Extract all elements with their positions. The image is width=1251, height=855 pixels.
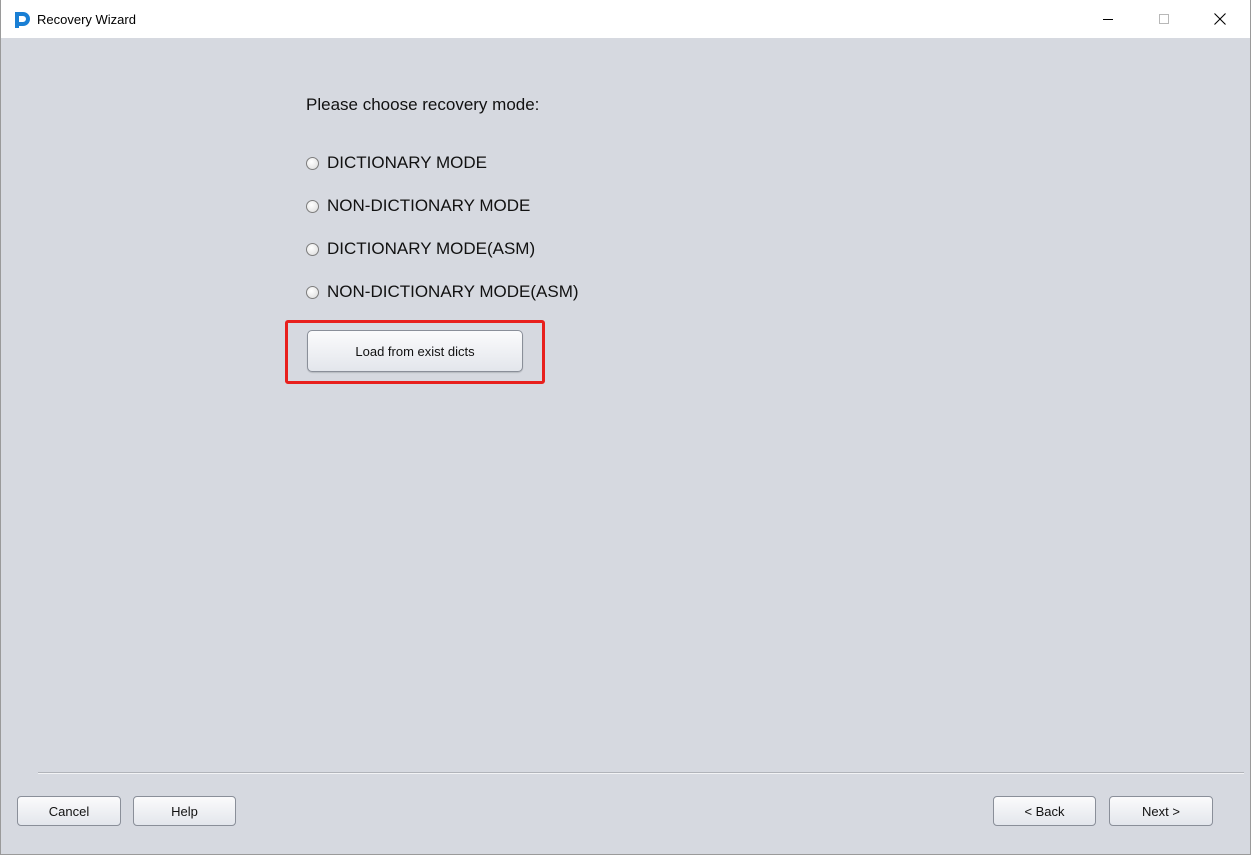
p-logo-icon xyxy=(15,12,30,28)
minimize-button[interactable] xyxy=(1085,0,1131,38)
help-button[interactable]: Help xyxy=(133,796,236,826)
window-title: Recovery Wizard xyxy=(37,12,136,27)
radio-dictionary-mode[interactable]: DICTIONARY MODE xyxy=(306,151,487,175)
minimize-icon xyxy=(1103,19,1113,20)
load-from-exist-dicts-button[interactable]: Load from exist dicts xyxy=(307,330,523,372)
radio-non-dictionary-mode-asm[interactable]: NON-DICTIONARY MODE(ASM) xyxy=(306,280,579,304)
radio-label: NON-DICTIONARY MODE xyxy=(327,196,531,215)
maximize-button[interactable] xyxy=(1141,0,1187,38)
recovery-mode-prompt: Please choose recovery mode: xyxy=(306,95,540,114)
radio-label: DICTIONARY MODE xyxy=(327,153,487,172)
radio-label: NON-DICTIONARY MODE(ASM) xyxy=(327,282,579,301)
next-button[interactable]: Next > xyxy=(1109,796,1213,826)
recovery-wizard-window: Recovery Wizard Please choose recovery m… xyxy=(0,0,1251,855)
radio-button-icon[interactable] xyxy=(306,199,319,213)
close-button[interactable] xyxy=(1197,0,1243,38)
cancel-button[interactable]: Cancel xyxy=(17,796,121,826)
maximize-icon xyxy=(1159,14,1169,24)
radio-button-icon[interactable] xyxy=(306,285,319,299)
radio-non-dictionary-mode[interactable]: NON-DICTIONARY MODE xyxy=(306,194,530,218)
radio-button-icon[interactable] xyxy=(306,242,319,256)
footer-divider xyxy=(38,772,1244,774)
title-bar[interactable]: Recovery Wizard xyxy=(1,0,1250,38)
close-icon xyxy=(1214,13,1226,25)
back-button[interactable]: < Back xyxy=(993,796,1096,826)
radio-label: DICTIONARY MODE(ASM) xyxy=(327,239,536,258)
radio-button-icon[interactable] xyxy=(306,156,319,170)
radio-dictionary-mode-asm[interactable]: DICTIONARY MODE(ASM) xyxy=(306,237,535,261)
